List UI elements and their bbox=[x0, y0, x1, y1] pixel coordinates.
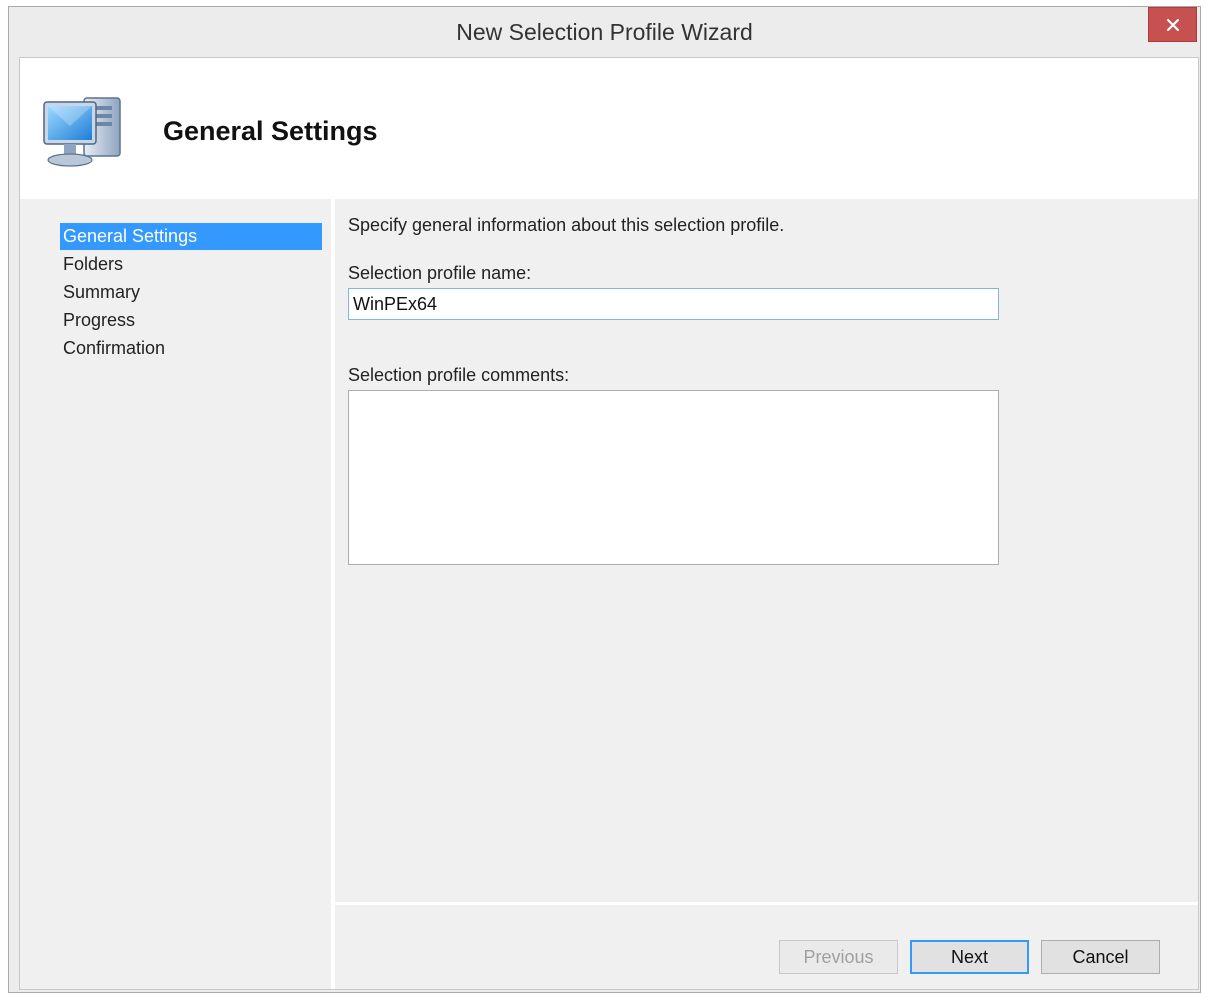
computer-icon bbox=[43, 97, 121, 167]
settings-panel: Specify general information about this s… bbox=[335, 199, 1198, 899]
step-general-settings[interactable]: General Settings bbox=[60, 223, 322, 250]
wizard-window: New Selection Profile Wizard General Set… bbox=[8, 6, 1201, 993]
step-summary[interactable]: Summary bbox=[60, 279, 322, 306]
profile-comments-input[interactable] bbox=[348, 390, 999, 565]
wizard-steps: General Settings Folders Summary Progres… bbox=[20, 199, 331, 989]
name-label: Selection profile name: bbox=[348, 263, 532, 283]
intro-text: Specify general information about this s… bbox=[348, 215, 785, 235]
profile-name-input[interactable] bbox=[348, 288, 999, 320]
wizard-header: General Settings bbox=[20, 58, 1198, 199]
previous-button[interactable]: Previous bbox=[779, 940, 898, 974]
wizard-client: General Settings General Settings Folder… bbox=[19, 57, 1199, 990]
cancel-button[interactable]: Cancel bbox=[1041, 940, 1160, 974]
page-title: General Settings bbox=[163, 116, 378, 146]
window-title: New Selection Profile Wizard bbox=[456, 19, 753, 45]
step-progress[interactable]: Progress bbox=[60, 307, 322, 334]
step-confirmation[interactable]: Confirmation bbox=[60, 335, 322, 362]
close-icon bbox=[1166, 18, 1179, 31]
next-button[interactable]: Next bbox=[910, 940, 1029, 974]
button-bar: Previous Next Cancel bbox=[335, 905, 1198, 989]
close-button[interactable] bbox=[1148, 7, 1197, 42]
step-folders[interactable]: Folders bbox=[60, 251, 322, 278]
title-bar: New Selection Profile Wizard bbox=[9, 7, 1200, 57]
comments-label: Selection profile comments: bbox=[348, 365, 570, 385]
